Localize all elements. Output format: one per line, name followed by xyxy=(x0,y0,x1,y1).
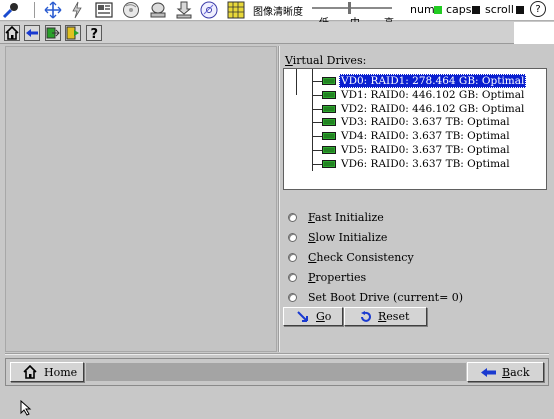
back-button-label: Back xyxy=(502,366,529,379)
lightning-icon[interactable] xyxy=(68,1,86,19)
tree-branch xyxy=(312,81,322,82)
option-label[interactable]: Slow Initialize xyxy=(308,231,387,244)
option-label-rest: heck Consistency xyxy=(316,251,414,264)
reset-label: Reset xyxy=(378,310,409,323)
virtual-drive-label[interactable]: VD2: RAID0: 446.102 GB: Optimal xyxy=(339,102,526,116)
status-area xyxy=(0,390,554,419)
status-strip xyxy=(86,363,466,381)
option-label[interactable]: Properties xyxy=(308,271,366,284)
option-radio[interactable] xyxy=(288,273,297,282)
virtual-drive-icon xyxy=(322,77,336,85)
option-radio[interactable] xyxy=(288,253,297,262)
option-label-rest: Set Boot Drive (current= 0) xyxy=(308,291,464,304)
svg-text:?: ? xyxy=(91,27,99,40)
option-accesskey: F xyxy=(308,211,315,224)
virtual-drive-icon xyxy=(322,132,336,141)
num-lock-indicator xyxy=(434,6,442,14)
help-circle-icon[interactable]: ? xyxy=(530,1,546,17)
option-radio[interactable] xyxy=(288,233,297,242)
back-label-rest: ack xyxy=(510,366,530,379)
option-radio[interactable] xyxy=(288,293,297,302)
option-label-rest: ast Initialize xyxy=(314,211,384,224)
floppy-icon[interactable] xyxy=(175,1,193,19)
image-quality-label: 图像清晰度 xyxy=(253,7,303,18)
bottom-bar: Home Back xyxy=(5,358,549,386)
virtual-drive-icon xyxy=(322,159,336,168)
dvd-icon[interactable] xyxy=(200,1,218,19)
scroll-lock-label: scroll xyxy=(485,3,514,16)
go-button[interactable]: Go xyxy=(283,307,343,326)
tree-branch xyxy=(312,122,322,124)
tree-branch xyxy=(312,163,322,165)
webbios-toolbar: ? xyxy=(0,22,554,44)
scroll-lock-indicator xyxy=(516,6,524,14)
option-label-rest: roperties xyxy=(315,271,367,284)
back-accesskey: B xyxy=(502,366,511,379)
option-label[interactable]: Fast Initialize xyxy=(308,211,384,224)
virtual-drives-title-accesskey: V xyxy=(285,54,293,67)
corner-logo xyxy=(514,22,554,44)
virtual-drive-icon xyxy=(322,118,336,127)
image-settings-icon[interactable] xyxy=(95,1,113,19)
tree-branch xyxy=(312,150,322,151)
move-icon[interactable] xyxy=(44,1,62,19)
go-accesskey: G xyxy=(316,310,325,323)
reset-arrow-icon xyxy=(361,311,371,322)
help-icon[interactable]: ? xyxy=(86,25,102,41)
option-radio[interactable] xyxy=(288,213,297,222)
tree-branch xyxy=(312,94,322,96)
go-label: Go xyxy=(316,310,331,323)
events-icon[interactable] xyxy=(65,25,81,41)
mouse-cursor-icon xyxy=(20,400,32,416)
left-panel xyxy=(5,46,277,352)
panel-divider xyxy=(278,46,280,352)
tree-branch xyxy=(312,136,322,138)
caps-lock-label: caps xyxy=(446,3,472,16)
bottom-divider xyxy=(5,353,549,355)
virtual-drive-label[interactable]: VD1: RAID0: 446.102 GB: Optimal xyxy=(339,88,526,102)
virtual-drives-title: Virtual Drives: xyxy=(285,54,366,67)
virtual-drive-label[interactable]: VD4: RAID0: 3.637 TB: Optimal xyxy=(339,129,512,143)
option-accesskey: S xyxy=(308,231,316,244)
option-label[interactable]: Set Boot Drive (current= 0) xyxy=(308,291,463,304)
virtual-drive-label[interactable]: VD0: RAID1: 278.464 GB: Optimal xyxy=(339,74,527,88)
back-arrow-icon[interactable] xyxy=(24,25,40,41)
caps-lock-indicator xyxy=(472,6,480,14)
virtual-drive-icon xyxy=(322,90,336,99)
tree-branch xyxy=(312,108,322,110)
disk-icon[interactable] xyxy=(122,1,140,19)
num-lock-label: num xyxy=(410,3,435,16)
home-icon[interactable] xyxy=(4,25,20,41)
virtual-drive-label[interactable]: VD5: RAID0: 3.637 TB: Optimal xyxy=(339,143,512,157)
tree-branch-line xyxy=(312,69,313,171)
exit-icon[interactable] xyxy=(45,25,61,41)
back-button-icon xyxy=(481,368,496,377)
toolbar-separator xyxy=(34,2,35,18)
tools-icon[interactable] xyxy=(2,1,20,19)
back-button[interactable]: Back xyxy=(467,362,544,382)
image-quality-slider[interactable] xyxy=(312,2,392,14)
virtual-drive-label[interactable]: VD3: RAID0: 3.637 TB: Optimal xyxy=(339,115,512,129)
slider-track xyxy=(312,7,392,9)
home-button-icon xyxy=(23,365,37,379)
virtual-drives-tree[interactable]: VD0: RAID1: 278.464 GB: Optimal VD1: RAID… xyxy=(283,68,547,190)
go-label-rest: o xyxy=(324,310,332,323)
virtual-drive-icon xyxy=(322,146,336,154)
virtual-drives-title-rest: irtual Drives: xyxy=(292,54,367,67)
virtual-drive-label[interactable]: VD6: RAID0: 3.637 TB: Optimal xyxy=(339,157,512,171)
home-button[interactable]: Home xyxy=(10,362,84,382)
grid-icon[interactable] xyxy=(227,1,245,19)
remote-console-toolbar: 图像清晰度 低 中 高 num caps scroll ? xyxy=(0,0,554,29)
reset-label-rest: eset xyxy=(386,310,410,323)
cdrom-icon[interactable] xyxy=(149,1,167,19)
slider-knob[interactable] xyxy=(348,2,352,14)
go-arrow-icon xyxy=(297,311,308,322)
virtual-drive-icon xyxy=(322,104,336,113)
reset-button[interactable]: Reset xyxy=(344,307,427,326)
tree-root-line xyxy=(296,69,297,95)
option-label[interactable]: Check Consistency xyxy=(308,251,414,264)
home-button-label: Home xyxy=(44,366,78,379)
option-label-rest: low Initialize xyxy=(315,231,388,244)
